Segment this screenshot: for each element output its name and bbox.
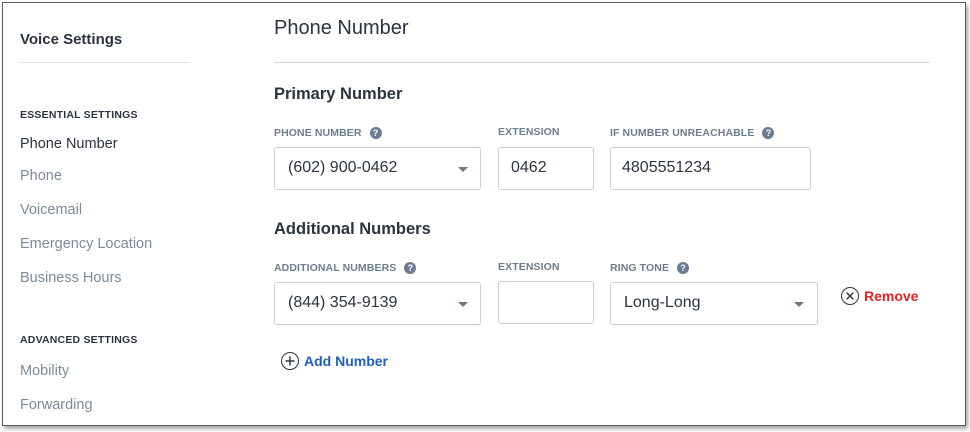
close-circle-icon [841,287,859,305]
sidebar-item-phone-number[interactable]: Phone Number [20,136,118,152]
unreachable-number-value: 4805551234 [622,159,711,176]
phone-number-value: (602) 900-0462 [288,159,398,176]
ring-tone-label: RING TONE [610,262,670,274]
sidebar-item-mobility[interactable]: Mobility [20,363,69,379]
sidebar-divider [20,62,190,63]
add-number-button[interactable]: Add Number [281,352,388,370]
help-circle-icon[interactable]: ? [369,127,382,139]
sidebar-item-business-hours[interactable]: Business Hours [20,270,122,286]
additional-extension-input[interactable] [498,281,594,324]
additional-numbers-label-row: ADDITIONAL NUMBERS? [274,258,417,276]
extension-value: 0462 [511,159,547,176]
additional-extension-label: EXTENSION [498,261,560,273]
remove-label: Remove [864,288,919,304]
add-number-label: Add Number [304,353,388,369]
chevron-down-icon [458,302,468,307]
help-circle-icon[interactable]: ? [677,262,690,274]
chevron-down-icon [794,302,804,307]
sidebar-item-phone[interactable]: Phone [20,168,62,184]
help-circle-icon[interactable]: ? [762,127,775,139]
help-circle-icon[interactable]: ? [404,262,417,274]
header-divider [274,62,930,63]
advanced-settings-heading: ADVANCED SETTINGS [20,334,138,346]
plus-circle-icon [281,352,299,370]
extension-input[interactable]: 0462 [498,147,594,190]
phone-number-select[interactable]: (602) 900-0462 [274,147,481,190]
sidebar-item-voicemail[interactable]: Voicemail [20,202,82,218]
app-window: Voice Settings ESSENTIAL SETTINGS Phone … [2,2,966,426]
ring-tone-label-row: RING TONE? [610,258,690,276]
unreachable-number-input[interactable]: 4805551234 [610,147,811,190]
phone-number-label-row: PHONE NUMBER? [274,123,382,141]
primary-number-heading: Primary Number [274,85,403,103]
sidebar-item-forwarding[interactable]: Forwarding [20,397,93,413]
ring-tone-value: Long-Long [624,294,701,311]
additional-number-value: (844) 354-9139 [288,294,398,311]
essential-settings-heading: ESSENTIAL SETTINGS [20,109,138,121]
sidebar-title: Voice Settings [20,31,123,48]
additional-numbers-heading: Additional Numbers [274,220,431,238]
additional-number-select[interactable]: (844) 354-9139 [274,282,481,325]
extension-label: EXTENSION [498,126,560,138]
if-number-unreachable-label: IF NUMBER UNREACHABLE [610,127,755,139]
sidebar-item-emergency-location[interactable]: Emergency Location [20,236,152,252]
phone-number-label: PHONE NUMBER [274,127,362,139]
page-title: Phone Number [274,17,409,39]
ring-tone-select[interactable]: Long-Long [610,282,818,325]
remove-button[interactable]: Remove [841,287,918,305]
chevron-down-icon [458,167,468,172]
additional-numbers-label: ADDITIONAL NUMBERS [274,262,397,274]
unreachable-label-row: IF NUMBER UNREACHABLE? [610,123,775,141]
